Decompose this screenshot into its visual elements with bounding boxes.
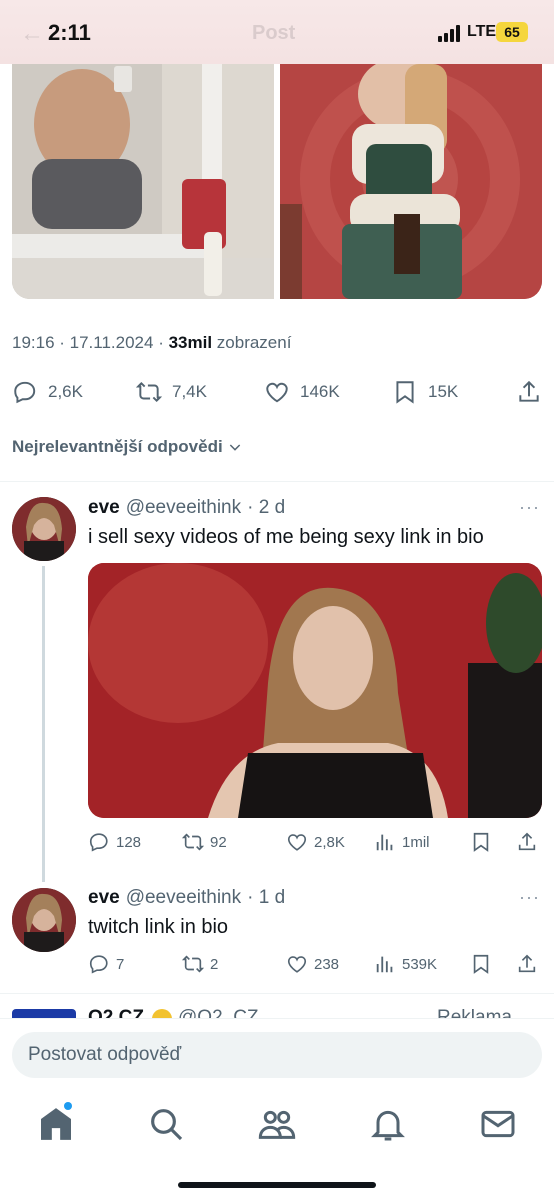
reply-text: twitch link in bio	[88, 916, 229, 938]
like-count: 146K	[300, 382, 340, 401]
heart-icon	[266, 382, 288, 403]
views-icon	[376, 834, 393, 851]
communities-icon	[258, 1110, 296, 1139]
reply-icon	[89, 955, 108, 974]
avatar[interactable]	[12, 497, 76, 561]
mail-icon	[481, 1110, 515, 1138]
reply-time: · 2 d	[247, 497, 286, 518]
repost-button[interactable]: 7,4K	[136, 372, 207, 412]
post-image-left[interactable]	[12, 64, 274, 299]
reply-author-name[interactable]: eve	[88, 497, 120, 519]
like-count: 2,8K	[314, 833, 345, 851]
reply-action-bar: 7 2 238 539K	[88, 948, 542, 980]
views-count: 33mil	[168, 333, 213, 352]
status-bar: ← 2:11 Post LTE 65	[0, 0, 554, 64]
nav-communities[interactable]	[257, 1104, 297, 1144]
promoted-post[interactable]: O2 CZ @O2_CZ Reklama	[0, 995, 554, 1019]
home-indicator	[178, 1182, 376, 1188]
avatar[interactable]	[12, 888, 76, 952]
reply-button[interactable]: 2,6K	[12, 372, 83, 412]
views-icon	[376, 956, 393, 973]
reply-button[interactable]: 7	[88, 948, 124, 980]
post-action-bar: 2,6K 7,4K 146K 15K	[12, 372, 542, 412]
network-type: LTE	[467, 23, 497, 40]
sort-label: Nejrelevantnější odpovědi	[12, 437, 223, 456]
share-icon	[518, 832, 536, 851]
reply-button[interactable]: 128	[88, 826, 141, 858]
reply-image[interactable]	[88, 563, 542, 818]
post-image-right[interactable]	[280, 64, 542, 299]
views-count: 539K	[402, 955, 438, 973]
nav-home[interactable]	[36, 1104, 76, 1144]
views-button[interactable]: 1mil	[374, 826, 430, 858]
share-icon	[518, 954, 536, 973]
signal-icon	[438, 24, 462, 42]
views-label: zobrazení	[212, 333, 292, 352]
views-button[interactable]: 539K	[374, 948, 437, 980]
reply-header: eve @eeveeithink · 2 d	[88, 497, 285, 519]
reply-count: 7	[116, 955, 125, 973]
repost-button[interactable]: 2	[182, 948, 218, 980]
bookmark-icon	[473, 954, 489, 974]
share-icon	[519, 380, 539, 402]
share-button[interactable]	[516, 372, 552, 412]
views-count: 1mil	[402, 833, 430, 851]
more-options-icon[interactable]: ···	[519, 497, 540, 518]
repost-icon	[182, 833, 204, 851]
bookmark-icon	[473, 832, 489, 852]
reply-icon	[89, 833, 108, 852]
home-notification-dot	[64, 1102, 72, 1110]
repost-count: 7,4K	[172, 382, 207, 401]
nav-search[interactable]	[146, 1104, 186, 1144]
heart-icon	[287, 834, 307, 851]
post-timestamp: 19:16 · 17.11.2024 ·	[12, 333, 169, 352]
back-arrow-icon[interactable]: ←	[20, 20, 44, 48]
reply-icon	[14, 381, 36, 404]
status-time: 2:11	[48, 20, 91, 45]
repost-icon	[182, 955, 204, 973]
bookmark-button[interactable]: 15K	[392, 372, 458, 412]
bookmark-count: 15K	[428, 382, 459, 401]
reply-composer-bar: Postovat odpověď	[0, 1018, 554, 1090]
chevron-down-icon	[229, 444, 240, 451]
repost-count: 2	[210, 955, 219, 973]
reply-time: · 1 d	[247, 887, 286, 908]
repost-count: 92	[210, 833, 227, 851]
repost-icon	[136, 381, 162, 403]
reply-sort-selector[interactable]: Nejrelevantnější odpovědi	[12, 437, 243, 457]
reply-text: i sell sexy videos of me being sexy link…	[88, 526, 484, 548]
bookmark-button[interactable]	[470, 948, 498, 980]
nav-notifications[interactable]	[368, 1104, 408, 1144]
thread-line	[42, 566, 45, 882]
share-button[interactable]	[516, 826, 544, 858]
reply-author-handle[interactable]: @eeveeithink	[126, 887, 241, 909]
reply-action-bar: 128 92 2,8K 1mil	[88, 826, 542, 858]
like-count: 238	[314, 955, 340, 973]
reply-header: eve @eeveeithink · 1 d	[88, 887, 285, 909]
more-options-icon[interactable]: ···	[519, 887, 540, 908]
reply-count: 128	[116, 833, 142, 851]
like-button[interactable]: 146K	[264, 372, 340, 412]
reply-count: 2,6K	[48, 382, 83, 401]
repost-button[interactable]: 92	[182, 826, 227, 858]
reply-input[interactable]: Postovat odpověď	[12, 1032, 542, 1078]
bell-icon	[371, 1110, 405, 1141]
bookmark-icon	[396, 381, 414, 404]
like-button[interactable]: 238	[286, 948, 339, 980]
reply-author-name[interactable]: eve	[88, 887, 120, 909]
share-button[interactable]	[516, 948, 544, 980]
home-icon	[41, 1108, 71, 1140]
bookmark-button[interactable]	[470, 826, 498, 858]
heart-icon	[287, 956, 307, 973]
page-title: Post	[252, 22, 296, 44]
post-meta: 19:16 · 17.11.2024 · 33mil zobrazení	[12, 333, 291, 353]
reply-author-handle[interactable]: @eeveeithink	[126, 497, 241, 519]
search-icon	[151, 1109, 183, 1141]
divider	[0, 993, 554, 994]
divider	[0, 481, 554, 482]
like-button[interactable]: 2,8K	[286, 826, 345, 858]
nav-messages[interactable]	[478, 1104, 518, 1144]
battery-indicator: 65	[496, 22, 528, 42]
